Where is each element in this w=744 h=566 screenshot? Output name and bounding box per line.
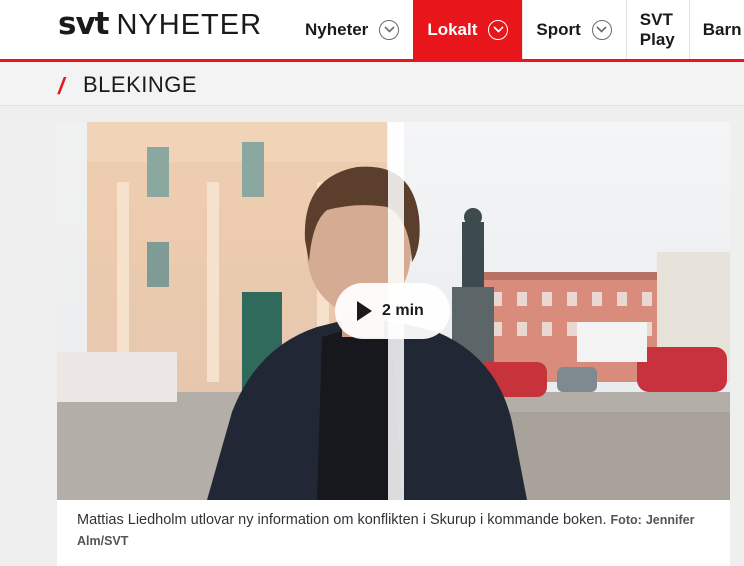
region-slash: /: [58, 73, 65, 99]
logo-brand: svt: [58, 6, 109, 42]
chevron-down-icon[interactable]: [379, 19, 400, 40]
chevron-down-icon[interactable]: [591, 19, 612, 40]
nav-label: Lokalt: [427, 19, 478, 39]
logo-section: NYHETER: [116, 9, 263, 41]
video-thumbnail[interactable]: 2 min: [57, 122, 730, 500]
nav-label: SVT Play: [639, 9, 675, 49]
video-play-button[interactable]: 2 min: [335, 283, 450, 339]
photo-credit-label: Foto:: [610, 513, 642, 527]
nav-label: Nyheter: [305, 19, 369, 39]
chevron-down-icon[interactable]: [488, 19, 509, 40]
svt-nyheter-logo[interactable]: svt NYHETER: [58, 6, 262, 42]
nav-item-lokalt[interactable]: Lokalt: [413, 0, 523, 59]
nav-label: Sport: [536, 19, 581, 39]
play-icon: [357, 301, 372, 321]
main-nav: Nyheter Lokalt Sport SVT Play Barn: [292, 0, 744, 59]
article-card: 2 min Mattias Liedholm utlovar ny inform…: [57, 122, 730, 566]
nav-label: Barn: [702, 19, 742, 39]
video-duration: 2 min: [382, 302, 424, 319]
caption-text: Mattias Liedholm utlovar ny information …: [77, 512, 607, 528]
nav-item-svt-play[interactable]: SVT Play: [625, 0, 689, 59]
nav-item-barn[interactable]: Barn: [688, 0, 744, 59]
nav-item-sport[interactable]: Sport: [522, 0, 625, 59]
site-header: svt NYHETER Nyheter Lokalt Sport SVT Pla…: [0, 0, 744, 59]
region-bar: / BLEKINGE: [0, 62, 744, 106]
region-title[interactable]: BLEKINGE: [83, 72, 197, 98]
image-caption: Mattias Liedholm utlovar ny information …: [77, 510, 717, 552]
nav-item-nyheter[interactable]: Nyheter: [292, 0, 413, 59]
